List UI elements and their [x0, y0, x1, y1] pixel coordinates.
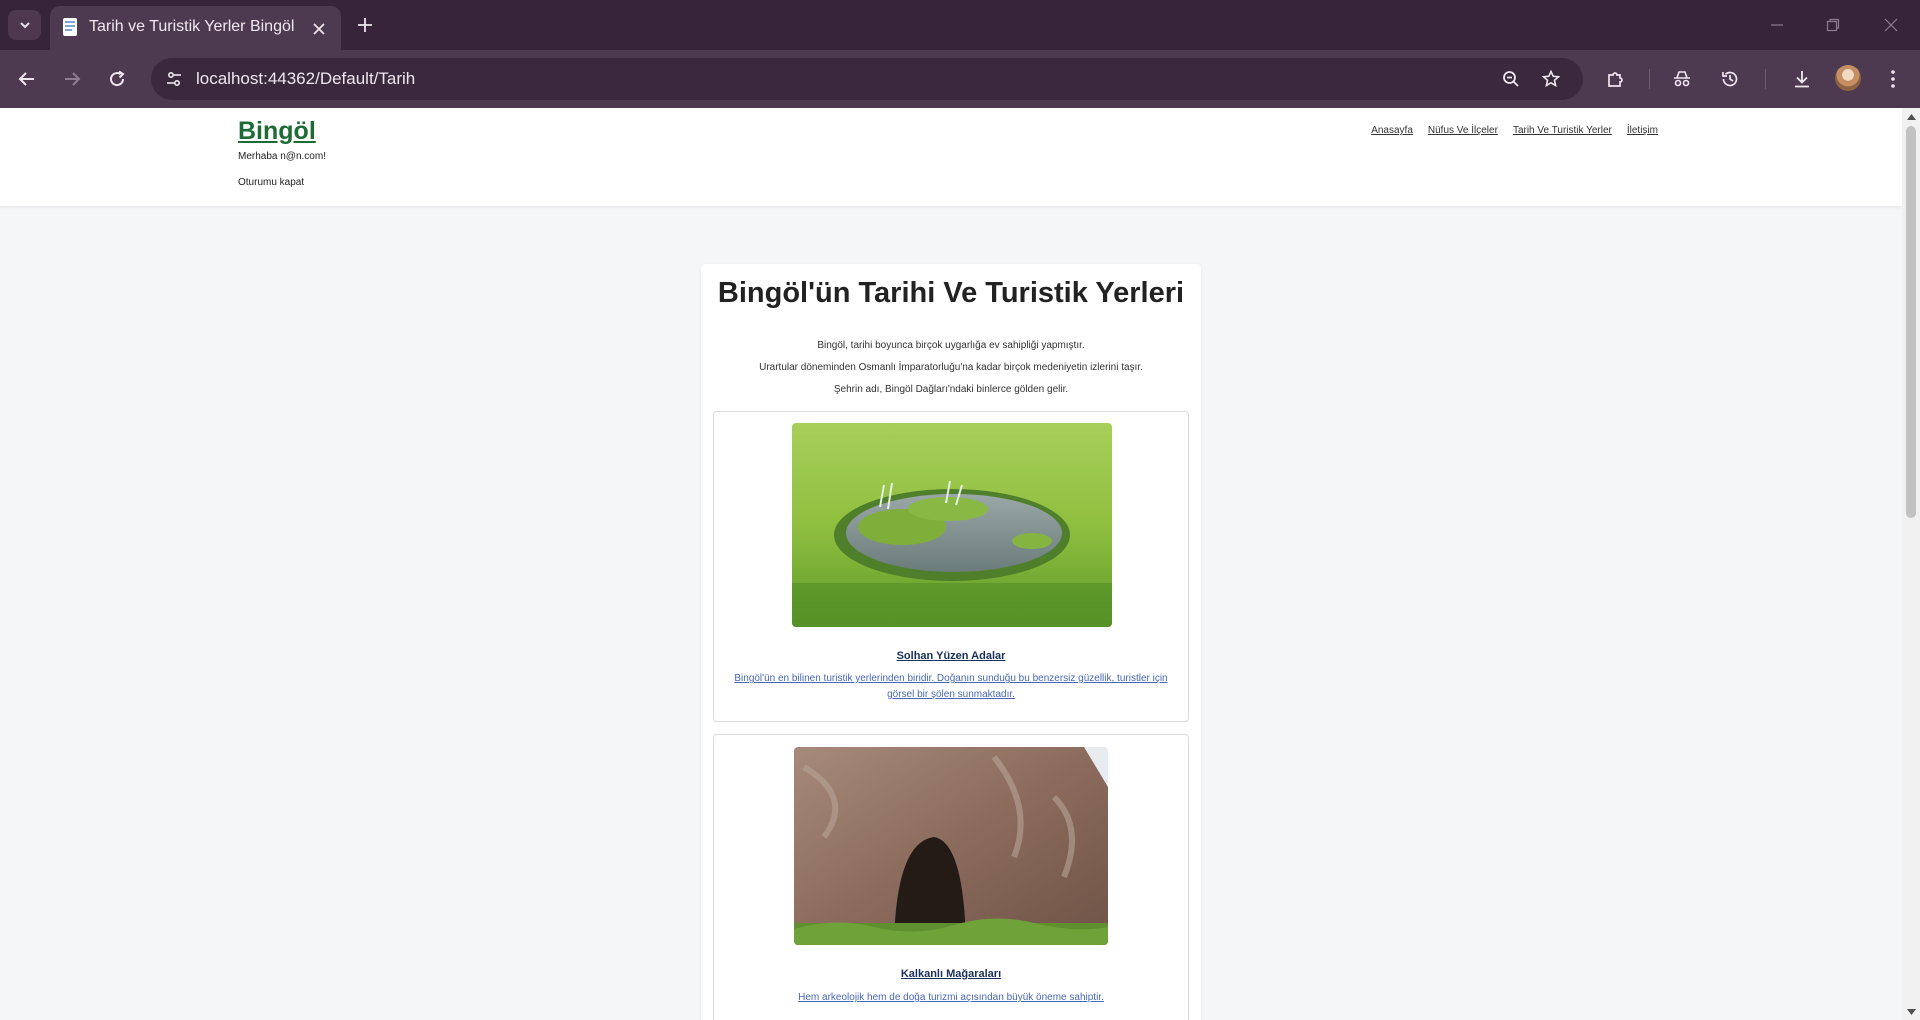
page-favicon-icon: [63, 18, 77, 36]
content-card: Bingöl'ün Tarihi Ve Turistik Yerleri Bin…: [701, 264, 1201, 1020]
close-icon: [1884, 18, 1898, 32]
intro-line: Urartular döneminden Osmanlı İmparatorlu…: [759, 362, 1143, 373]
nav-contact[interactable]: İletişim: [1627, 125, 1658, 136]
scroll-down-button[interactable]: [1902, 1003, 1920, 1020]
brand-link[interactable]: Bingöl: [238, 117, 316, 146]
active-tab[interactable]: Tarih ve Turistik Yerler Bingöl: [50, 6, 341, 50]
browser-toolbar: localhost:44362/Default/Tarih: [0, 50, 1920, 108]
zoom-button[interactable]: [1497, 65, 1525, 93]
kebab-menu-icon: [1891, 70, 1895, 88]
spy-icon: [1674, 71, 1690, 87]
place-description[interactable]: Bingöl'ün en bilinen turistik yerlerinde…: [732, 671, 1170, 703]
downloads-button[interactable]: [1787, 64, 1817, 94]
place-description[interactable]: Hem arkeolojik hem de doğa turizmi açısı…: [732, 990, 1170, 1006]
browser-menu-button[interactable]: [1878, 64, 1908, 94]
site-info-button[interactable]: [160, 65, 188, 93]
triangle-down-icon: [1906, 1008, 1916, 1015]
reload-button[interactable]: [102, 64, 132, 94]
toolbar-separator: [1765, 69, 1766, 89]
place-title[interactable]: Kalkanlı Mağaraları: [714, 968, 1188, 980]
tab-title: Tarih ve Turistik Yerler Bingöl: [89, 18, 295, 35]
puzzle-icon: [1608, 72, 1623, 87]
cave-image: [794, 747, 1108, 945]
main-nav: Anasayfa Nüfus Ve İlçeler Tarih Ve Turis…: [1371, 125, 1658, 136]
download-icon: [1795, 71, 1809, 88]
forward-button[interactable]: [57, 64, 87, 94]
intro-line: Şehrin adı, Bingöl Dağları'ndaki binlerc…: [833, 384, 1069, 395]
arrow-right-icon: [65, 72, 81, 86]
extensions-button[interactable]: [1601, 64, 1631, 94]
plus-icon: [358, 18, 372, 32]
bookmark-button[interactable]: [1537, 65, 1565, 93]
nav-home[interactable]: Anasayfa: [1371, 125, 1413, 136]
site-header: Bingöl Merhaba n@n.com! Oturumu kapat An…: [0, 108, 1902, 206]
toolbar-separator: [1649, 69, 1650, 89]
new-tab-button[interactable]: [351, 11, 379, 39]
reload-icon: [110, 70, 125, 87]
history-icon: [1722, 71, 1738, 87]
floating-islands-photo: [792, 423, 1112, 627]
address-bar[interactable]: localhost:44362/Default/Tarih: [151, 58, 1583, 100]
arrow-left-icon: [18, 72, 34, 86]
tab-search-button[interactable]: [8, 10, 41, 40]
intro-line: Bingöl, tarihi boyunca birçok uygarlığa …: [817, 340, 1085, 351]
nav-history[interactable]: Tarih Ve Turistik Yerler: [1513, 125, 1612, 136]
triangle-up-icon: [1906, 113, 1916, 120]
page-title: Bingöl'ün Tarihi Ve Turistik Yerleri: [717, 277, 1185, 309]
minimize-icon: [1771, 24, 1783, 26]
restore-button[interactable]: [1816, 10, 1850, 40]
floating-islands-image: [792, 423, 1112, 627]
restore-icon: [1826, 18, 1840, 32]
history-button[interactable]: [1715, 64, 1745, 94]
star-icon: [1542, 70, 1560, 88]
page-scrollbar[interactable]: [1902, 108, 1920, 1020]
place-title[interactable]: Solhan Yüzen Adalar: [714, 650, 1188, 662]
url-text[interactable]: localhost:44362/Default/Tarih: [196, 69, 415, 89]
incognito-button[interactable]: [1667, 64, 1697, 94]
page-viewport: Bingöl Merhaba n@n.com! Oturumu kapat An…: [0, 108, 1920, 1020]
close-icon: [313, 23, 325, 35]
place-card: Kalkanlı Mağaraları Hem arkeolojik hem d…: [713, 734, 1189, 1020]
back-button[interactable]: [12, 64, 42, 94]
browser-tabstrip: Tarih ve Turistik Yerler Bingöl: [0, 0, 1920, 50]
cave-photo: [794, 747, 1108, 945]
tune-icon: [167, 71, 181, 87]
zoom-out-icon: [1503, 71, 1519, 87]
user-greeting: Merhaba n@n.com!: [238, 151, 326, 162]
scroll-up-button[interactable]: [1902, 108, 1920, 125]
scrollbar-thumb[interactable]: [1906, 126, 1916, 518]
nav-population[interactable]: Nüfus Ve İlçeler: [1428, 125, 1498, 136]
minimize-button[interactable]: [1760, 10, 1794, 40]
place-card: Solhan Yüzen Adalar Bingöl'ün en bilinen…: [713, 411, 1189, 722]
tab-close-button[interactable]: [307, 17, 331, 41]
chevron-down-icon: [19, 22, 30, 29]
logout-link[interactable]: Oturumu kapat: [238, 177, 304, 188]
profile-avatar[interactable]: [1835, 65, 1861, 91]
close-window-button[interactable]: [1874, 10, 1908, 40]
